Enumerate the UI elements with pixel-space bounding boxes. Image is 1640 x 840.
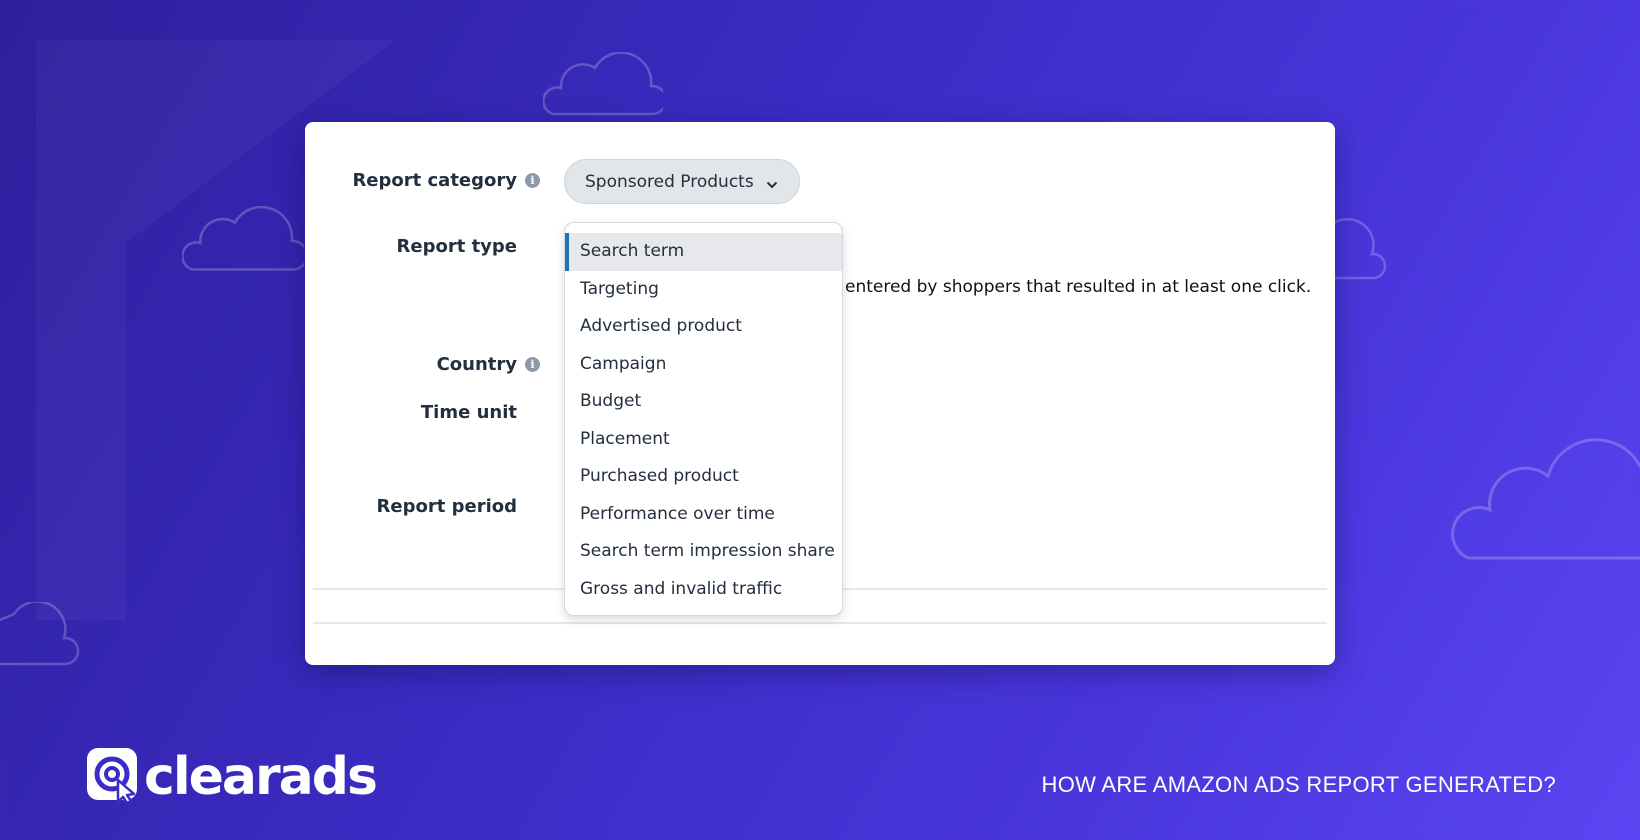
time-unit-label: Time unit [420, 402, 517, 423]
cloud-icon [1330, 212, 1386, 282]
dropdown-option-purchased-product[interactable]: Purchased product [565, 458, 842, 496]
report-form-card: Report category i Report type Country i … [305, 122, 1335, 665]
info-icon[interactable]: i [525, 173, 540, 188]
footer-title: HOW ARE AMAZON ADS REPORT GENERATED? [1041, 772, 1556, 797]
divider [313, 622, 1327, 624]
report-category-label: Report category i [352, 170, 540, 191]
report-category-value: Sponsored Products [585, 171, 754, 192]
country-label: Country i [437, 354, 540, 375]
dropdown-option-targeting[interactable]: Targeting [565, 271, 842, 309]
clearads-logo: clearads [86, 747, 378, 807]
logo-text: clearads [144, 747, 378, 807]
dropdown-option-placement[interactable]: Placement [565, 421, 842, 459]
report-type-dropdown[interactable]: Search term Targeting Advertised product… [564, 222, 843, 616]
dropdown-option-advertised-product[interactable]: Advertised product [565, 308, 842, 346]
chevron-down-icon [766, 176, 778, 188]
dropdown-option-search-term-impression-share[interactable]: Search term impression share [565, 533, 842, 571]
dropdown-option-performance-over-time[interactable]: Performance over time [565, 496, 842, 534]
report-type-description: entered by shoppers that resulted in at … [845, 277, 1312, 297]
dropdown-option-campaign[interactable]: Campaign [565, 346, 842, 384]
at-cursor-logo-icon [86, 747, 140, 807]
report-period-label: Report period [376, 496, 517, 517]
cloud-icon [1446, 432, 1640, 564]
dropdown-option-search-term[interactable]: Search term [565, 233, 842, 271]
cloud-icon [543, 52, 663, 118]
cloud-icon [182, 206, 304, 274]
info-icon[interactable]: i [525, 357, 540, 372]
label-column: Report category i Report type Country i … [305, 122, 540, 665]
report-category-select[interactable]: Sponsored Products [564, 159, 800, 204]
report-type-label: Report type [396, 236, 518, 257]
dropdown-option-gross-and-invalid-traffic[interactable]: Gross and invalid traffic [565, 571, 842, 609]
cloud-icon [0, 602, 80, 668]
dropdown-option-budget[interactable]: Budget [565, 383, 842, 421]
